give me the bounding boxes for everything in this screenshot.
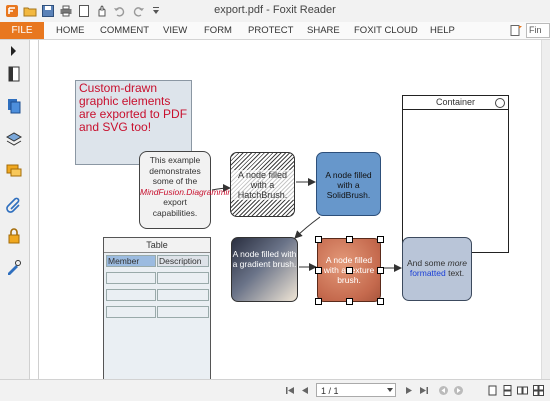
expand-panel-icon[interactable] — [5, 42, 23, 60]
pages-panel-icon[interactable] — [5, 97, 23, 115]
last-page-icon[interactable] — [418, 385, 429, 396]
table-cell — [157, 306, 209, 318]
container-node: Container — [402, 95, 509, 253]
resize-handle[interactable] — [315, 298, 322, 305]
tab-help[interactable]: HELP — [430, 22, 455, 39]
resize-handle[interactable] — [346, 236, 353, 243]
resize-handle[interactable] — [377, 236, 384, 243]
resize-handle[interactable] — [315, 267, 322, 274]
collapse-toggle-icon[interactable] — [495, 98, 505, 108]
single-page-view-icon[interactable] — [487, 385, 498, 396]
tab-foxit-cloud[interactable]: FOXIT CLOUD — [354, 22, 418, 39]
search-document-icon[interactable] — [509, 24, 523, 38]
tab-comment[interactable]: COMMENT — [100, 22, 149, 39]
resize-handle[interactable] — [377, 267, 384, 274]
previous-view-icon[interactable] — [438, 385, 449, 396]
ribbon-tab-bar: FILE HOME COMMENT VIEW FORM PROTECT SHAR… — [0, 22, 550, 40]
gradient-brush-node: A node filled with a gradient brush. — [231, 237, 298, 302]
find-input[interactable]: Fin — [526, 23, 550, 38]
attachments-panel-icon[interactable] — [5, 195, 23, 213]
table-cell — [157, 272, 209, 284]
table-row — [106, 306, 209, 318]
facing-view-icon[interactable] — [517, 385, 528, 396]
table-column-header: Member — [106, 255, 156, 267]
security-lock-icon[interactable] — [5, 227, 23, 245]
hatch-brush-node: A node filled with a HatchBrush. — [230, 152, 295, 217]
window-title: export.pdf - Foxit Reader — [214, 4, 336, 16]
tab-form[interactable]: FORM — [204, 22, 232, 39]
ribbon-right-area: Fin — [509, 22, 550, 39]
comments-panel-icon[interactable] — [5, 162, 23, 180]
table-row — [106, 272, 209, 284]
previous-page-icon[interactable] — [300, 385, 311, 396]
chevron-down-icon — [387, 388, 393, 392]
tab-view[interactable]: VIEW — [163, 22, 187, 39]
resize-handle[interactable] — [377, 298, 384, 305]
next-page-icon[interactable] — [403, 385, 414, 396]
continuous-view-icon[interactable] — [502, 385, 513, 396]
tab-protect[interactable]: PROTECT — [248, 22, 293, 39]
container-header: Container — [403, 96, 508, 110]
status-bar: 1 / 1 — [0, 379, 550, 401]
hatch-node-label: A node filled with a HatchBrush. — [231, 169, 294, 200]
first-page-icon[interactable] — [285, 385, 296, 396]
solid-brush-node: A node filled with a SolidBrush. — [316, 152, 381, 216]
next-view-icon[interactable] — [453, 385, 464, 396]
table-title: Table — [104, 238, 210, 253]
note-text: Custom-drawn graphic elements are export… — [79, 81, 188, 134]
layers-panel-icon[interactable] — [5, 130, 23, 148]
tab-home[interactable]: HOME — [56, 22, 85, 39]
table-cell — [157, 289, 209, 301]
move-handle[interactable] — [346, 267, 353, 274]
resize-handle[interactable] — [315, 236, 322, 243]
mindfusion-example-node: This example demonstrates some of the Mi… — [139, 151, 237, 229]
continuous-facing-view-icon[interactable] — [533, 385, 544, 396]
vertical-scrollbar[interactable] — [541, 40, 550, 379]
document-canvas[interactable]: Custom-drawn graphic elements are export… — [30, 40, 550, 379]
table-row — [106, 289, 209, 301]
mf-node-text-end: export capabilities. — [152, 197, 198, 218]
table-cell — [106, 306, 156, 318]
left-navigation-panel — [0, 40, 30, 379]
table-cell — [106, 272, 156, 284]
table-column-header: Description — [157, 255, 209, 267]
page-number-value: 1 / 1 — [321, 386, 339, 396]
page-number-select[interactable]: 1 / 1 — [316, 383, 396, 397]
resize-handle[interactable] — [346, 298, 353, 305]
formatted-text-part: And some — [406, 258, 448, 268]
mindfusion-link-text: MindFusion.Diagramming — [140, 186, 237, 197]
container-title: Container — [435, 97, 476, 107]
formatted-text-node: And some more formatted text. — [402, 237, 472, 301]
table-header-row: Member Description — [106, 255, 209, 267]
table-node: Table Member Description — [103, 237, 211, 379]
file-tab[interactable]: FILE — [0, 22, 44, 39]
tab-share[interactable]: SHARE — [307, 22, 340, 39]
signature-panel-icon[interactable] — [5, 258, 23, 276]
formatted-text-italic: more — [447, 258, 467, 268]
formatted-text-end: text. — [445, 268, 465, 278]
title-bar: export.pdf - Foxit Reader — [0, 0, 550, 22]
table-cell — [106, 289, 156, 301]
page-thumbnail-icon[interactable] — [5, 65, 23, 83]
formatted-text-blue: formatted — [409, 268, 446, 278]
page-edge — [38, 40, 39, 379]
mf-node-text: This example demonstrates some of the — [149, 155, 201, 186]
